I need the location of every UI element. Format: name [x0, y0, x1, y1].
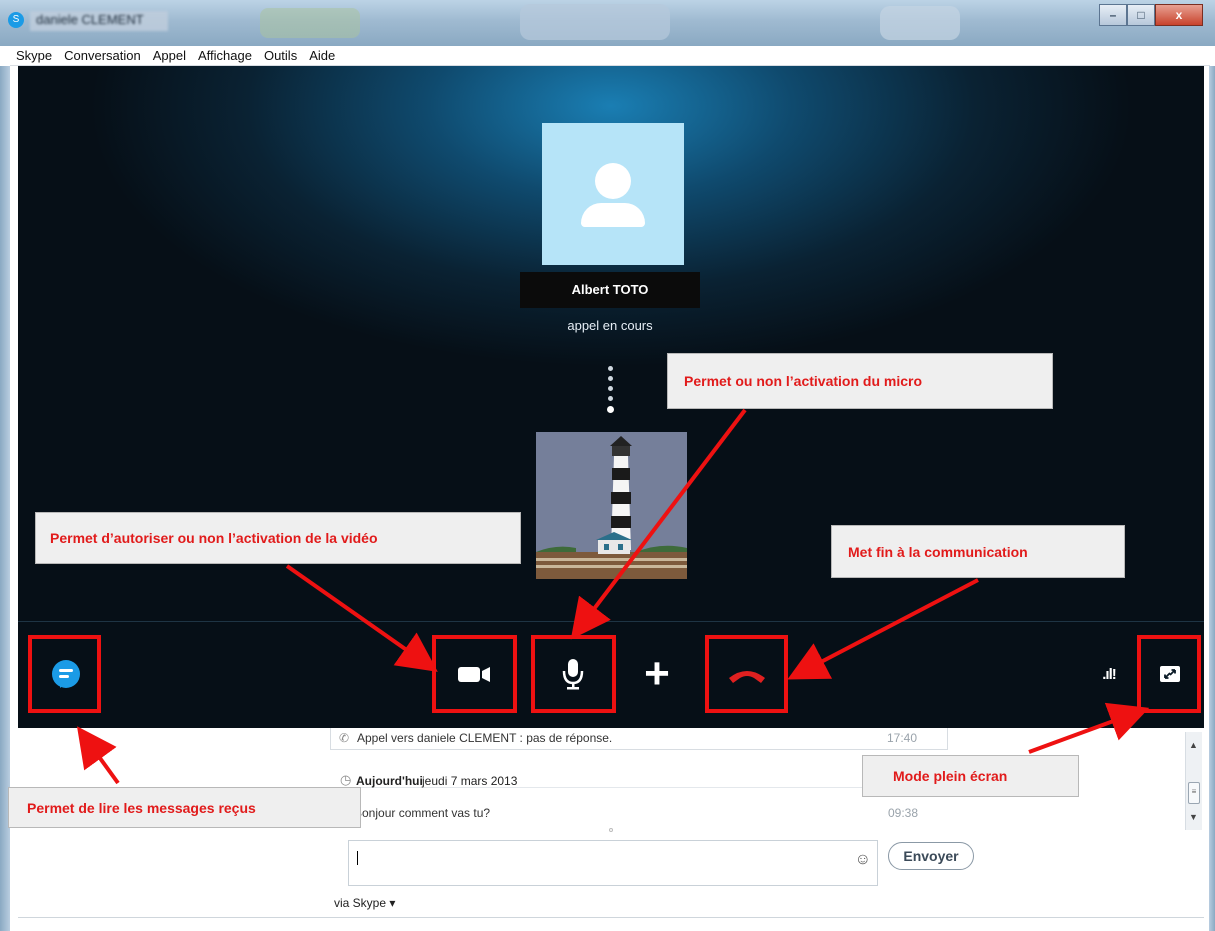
date-today-label: Aujourd'hui	[356, 774, 423, 788]
titlebar-background-blur	[880, 6, 960, 40]
menu-skype[interactable]: Skype	[10, 46, 58, 66]
skype-window: S daniele CLEMENT – □ x Skype Conversati…	[0, 0, 1215, 931]
progress-dot	[608, 376, 613, 381]
avatar-placeholder-body	[581, 203, 645, 227]
emoticon-icon[interactable]: ☺	[855, 851, 871, 869]
menu-outils[interactable]: Outils	[258, 46, 303, 66]
controls-divider	[18, 621, 1204, 622]
titlebar-background-blur	[260, 8, 360, 38]
annotation-messages: Permet de lire les messages reçus	[8, 787, 361, 828]
send-button[interactable]: Envoyer	[888, 842, 974, 870]
call-status: appel en cours	[567, 318, 653, 333]
progress-dot	[608, 396, 613, 401]
menu-affichage[interactable]: Affichage	[192, 46, 258, 66]
highlight-microphone	[531, 635, 616, 713]
call-log-time: 17:40	[887, 731, 918, 745]
call-log-text: Appel vers daniele CLEMENT : pas de répo…	[357, 731, 613, 745]
clock-icon: ◷	[340, 772, 352, 787]
annotation-hangup: Met fin à la communication	[831, 525, 1125, 578]
window-frame-right	[1209, 66, 1215, 931]
progress-dot	[607, 406, 614, 413]
skype-app-icon: S	[8, 12, 24, 28]
minimize-button[interactable]: –	[1099, 4, 1127, 26]
menu-aide[interactable]: Aide	[303, 46, 341, 66]
contact-name: Albert TOTO	[520, 272, 700, 308]
call-quality-indicator[interactable]: .ıl!	[1084, 638, 1134, 710]
text-cursor	[357, 851, 358, 865]
typing-indicator-dot	[609, 828, 613, 832]
menu-conversation[interactable]: Conversation	[58, 46, 147, 66]
lighthouse-picture	[536, 432, 687, 579]
avatar-placeholder-head	[595, 163, 631, 199]
highlight-messages	[28, 635, 101, 713]
highlight-fullscreen	[1137, 635, 1201, 713]
menu-appel[interactable]: Appel	[147, 46, 192, 66]
plus-icon: +	[644, 649, 670, 698]
scroll-up-arrow-icon[interactable]: ▲	[1189, 740, 1198, 750]
call-log-entry: ✆ Appel vers daniele CLEMENT : pas de ré…	[330, 728, 948, 750]
chat-message-time: 09:38	[888, 806, 919, 820]
scroll-thumb[interactable]: ≡	[1188, 782, 1200, 804]
signal-strength-icon: .ıl!	[1102, 665, 1116, 683]
date-separator: ◷ Aujourd'hui jeudi 7 mars 2013	[322, 764, 948, 788]
menu-bar: Skype Conversation Appel Affichage Outil…	[10, 46, 1210, 66]
self-video-preview	[536, 432, 687, 579]
highlight-video	[432, 635, 517, 713]
annotation-microphone: Permet ou non l’activation du micro	[667, 353, 1053, 409]
window-controls: – □ x	[1099, 4, 1203, 29]
chat-scrollbar[interactable]: ▲ ≡ ▼	[1185, 732, 1202, 830]
progress-dot	[608, 386, 613, 391]
scroll-down-arrow-icon[interactable]: ▼	[1189, 812, 1198, 822]
annotation-video: Permet d’autoriser ou non l’activation d…	[35, 512, 521, 564]
window-titlebar: S daniele CLEMENT – □ x	[0, 0, 1215, 46]
phone-icon: ✆	[339, 731, 350, 745]
progress-dot	[608, 366, 613, 371]
message-input[interactable]: ☺	[348, 840, 878, 886]
add-participant-button[interactable]: +	[622, 638, 692, 710]
annotation-fullscreen: Mode plein écran	[862, 755, 1079, 797]
calling-progress-dots	[607, 366, 616, 418]
window-title: daniele CLEMENT	[30, 11, 168, 31]
titlebar-background-blur	[520, 4, 670, 40]
highlight-hangup	[705, 635, 788, 713]
date-value: jeudi 7 mars 2013	[422, 774, 518, 788]
via-skype-selector[interactable]: via Skype ▾	[334, 896, 395, 910]
maximize-button[interactable]: □	[1127, 4, 1155, 26]
contact-avatar	[542, 123, 684, 265]
close-button[interactable]: x	[1155, 4, 1203, 26]
chat-message-text: Bonjour comment vas tu?	[354, 806, 491, 820]
